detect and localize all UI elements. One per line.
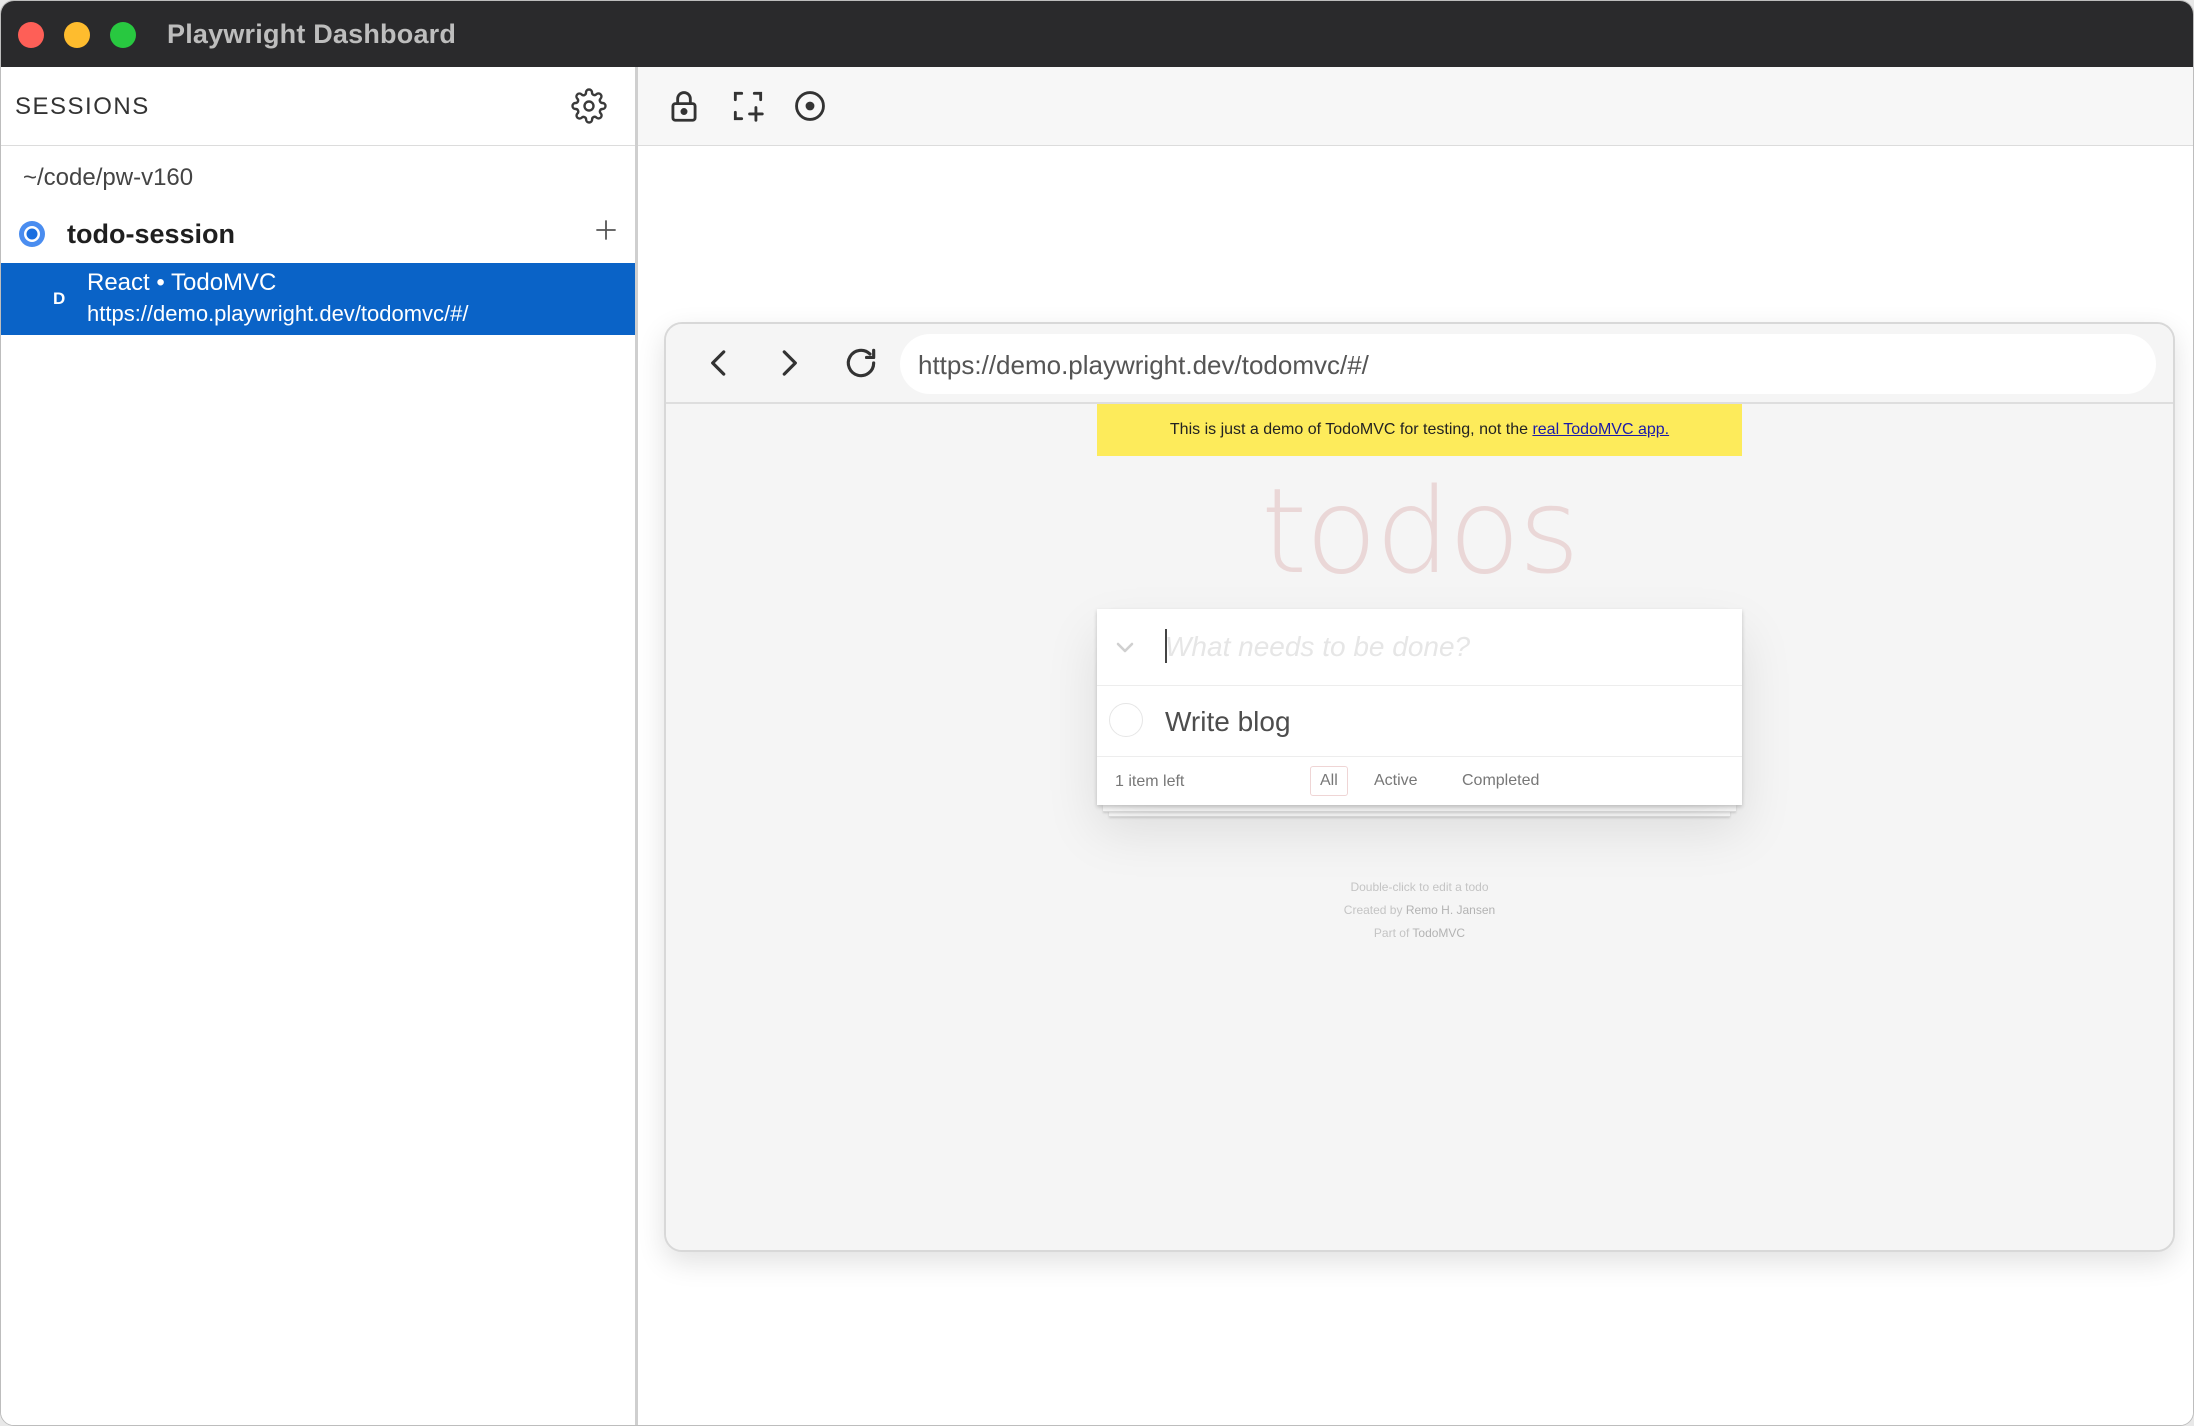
filter-active[interactable]: Active: [1364, 766, 1428, 796]
info-created-by: Created by Remo H. Jansen: [1097, 903, 1742, 917]
info-part-of: Part of TodoMVC: [1097, 926, 1742, 940]
minimize-window-button[interactable]: [64, 22, 90, 48]
pick-locator-icon[interactable]: [729, 87, 767, 125]
main-panel: https://demo.playwright.dev/todomvc/#/ T…: [638, 67, 2193, 1425]
address-bar[interactable]: https://demo.playwright.dev/todomvc/#/: [900, 334, 2156, 394]
info-part-of-prefix: Part of: [1373, 926, 1413, 940]
demo-banner-text: This is just a demo of TodoMVC for testi…: [1169, 421, 1533, 438]
maximize-window-button[interactable]: [110, 22, 136, 48]
todo-app: Write blog 1 item left All Active Comple…: [1097, 609, 1742, 805]
info-created-by-prefix: Created by: [1343, 903, 1406, 917]
chromium-icon: [19, 221, 45, 247]
address-bar-url: https://demo.playwright.dev/todomvc/#/: [918, 350, 1369, 380]
real-todomvc-link[interactable]: real TodoMVC app.: [1532, 421, 1669, 438]
dashboard-toolbar: [638, 67, 2193, 146]
title-bar: Playwright Dashboard: [1, 1, 2193, 68]
info-edit-hint: Double-click to edit a todo: [1350, 880, 1489, 894]
window-title: Playwright Dashboard: [167, 19, 457, 49]
demo-banner: This is just a demo of TodoMVC for testi…: [1097, 404, 1742, 456]
back-icon[interactable]: [700, 344, 738, 382]
divider: [1097, 756, 1742, 757]
text-caret: [1165, 629, 1167, 663]
page-badge: D: [53, 289, 66, 308]
todo-checkbox[interactable]: [1109, 703, 1143, 737]
record-icon[interactable]: [791, 87, 829, 125]
stack-decoration: [1103, 805, 1736, 812]
sessions-sidebar: SESSIONS ~/code/pw-v160 todo-session D R…: [1, 67, 638, 1425]
todos-heading: todos: [1260, 462, 1580, 600]
browser-toolbar: https://demo.playwright.dev/todomvc/#/: [666, 324, 2173, 404]
lock-icon[interactable]: [665, 87, 703, 125]
todo-label: Write blog: [1165, 706, 1291, 737]
page-title: React • TodoMVC: [87, 269, 277, 296]
add-page-icon[interactable]: [591, 215, 621, 245]
session-page-item[interactable]: D React • TodoMVC https://demo.playwrigh…: [1, 263, 635, 335]
page-url: https://demo.playwright.dev/todomvc/#/: [87, 301, 469, 326]
forward-icon[interactable]: [770, 344, 808, 382]
page-viewport: This is just a demo of TodoMVC for testi…: [666, 404, 2173, 1250]
session-name: todo-session: [67, 219, 236, 249]
browser-frame: https://demo.playwright.dev/todomvc/#/ T…: [664, 322, 2175, 1252]
toggle-all-icon[interactable]: [1113, 635, 1137, 659]
close-window-button[interactable]: [18, 22, 44, 48]
new-todo-input[interactable]: [1165, 625, 1725, 669]
workspace-path: ~/code/pw-v160: [23, 164, 194, 191]
sidebar-header: SESSIONS: [1, 67, 635, 146]
todo-item[interactable]: Write blog: [1097, 686, 1742, 756]
app-window: Playwright Dashboard SESSIONS ~/code/pw-…: [0, 0, 2194, 1426]
author-link[interactable]: Remo H. Jansen: [1406, 903, 1495, 917]
filter-completed[interactable]: Completed: [1452, 766, 1549, 796]
todomvc-link[interactable]: TodoMVC: [1412, 926, 1465, 940]
reload-icon[interactable]: [842, 344, 880, 382]
sessions-heading: SESSIONS: [15, 93, 150, 120]
session-item[interactable]: todo-session: [1, 211, 635, 257]
filter-all[interactable]: All: [1310, 766, 1348, 796]
items-left-count: 1 item left: [1115, 773, 1185, 790]
gear-icon[interactable]: [571, 88, 607, 124]
